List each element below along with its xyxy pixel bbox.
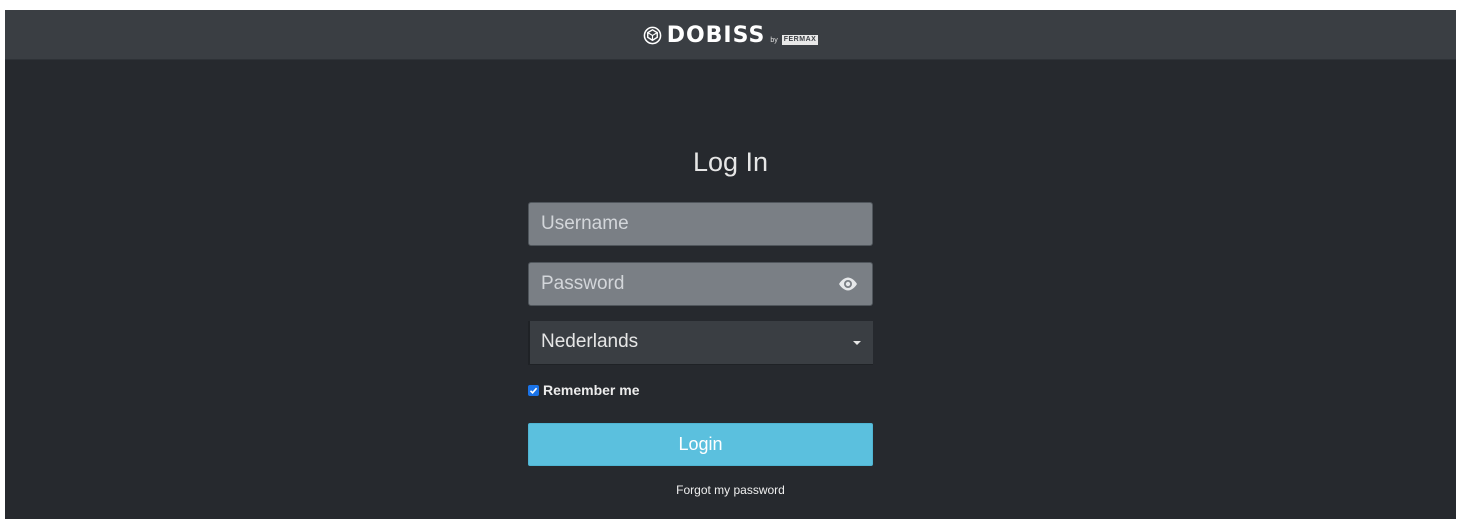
forgot-password-link[interactable]: Forgot my password <box>5 483 1456 497</box>
password-input[interactable]: Password <box>528 262 873 306</box>
top-header: DOBISS by FERMAX <box>5 10 1456 60</box>
dobiss-logo-icon <box>643 26 662 44</box>
remember-me-checkbox[interactable] <box>528 384 539 396</box>
remember-me-row: Remember me <box>528 382 640 398</box>
password-placeholder: Password <box>541 273 625 294</box>
logo-by-text: by <box>770 36 778 44</box>
dobiss-logo: DOBISS by FERMAX <box>643 22 819 48</box>
language-select[interactable]: Nederlands <box>528 321 873 365</box>
remember-me-label[interactable]: Remember me <box>543 382 640 398</box>
username-input[interactable]: Username <box>528 202 873 246</box>
language-selected-value: Nederlands <box>541 331 639 352</box>
page-title: Log In <box>692 147 769 177</box>
login-button[interactable]: Login <box>528 423 873 466</box>
checkmark-icon <box>529 387 538 394</box>
logo-text: DOBISS <box>666 22 766 48</box>
app-container: DOBISS by FERMAX Log In Username Passwor… <box>5 10 1456 519</box>
username-placeholder: Username <box>541 213 629 234</box>
logo-brand-text: FERMAX <box>781 34 819 45</box>
eye-icon[interactable] <box>838 276 858 292</box>
caret-down-icon <box>853 341 861 345</box>
